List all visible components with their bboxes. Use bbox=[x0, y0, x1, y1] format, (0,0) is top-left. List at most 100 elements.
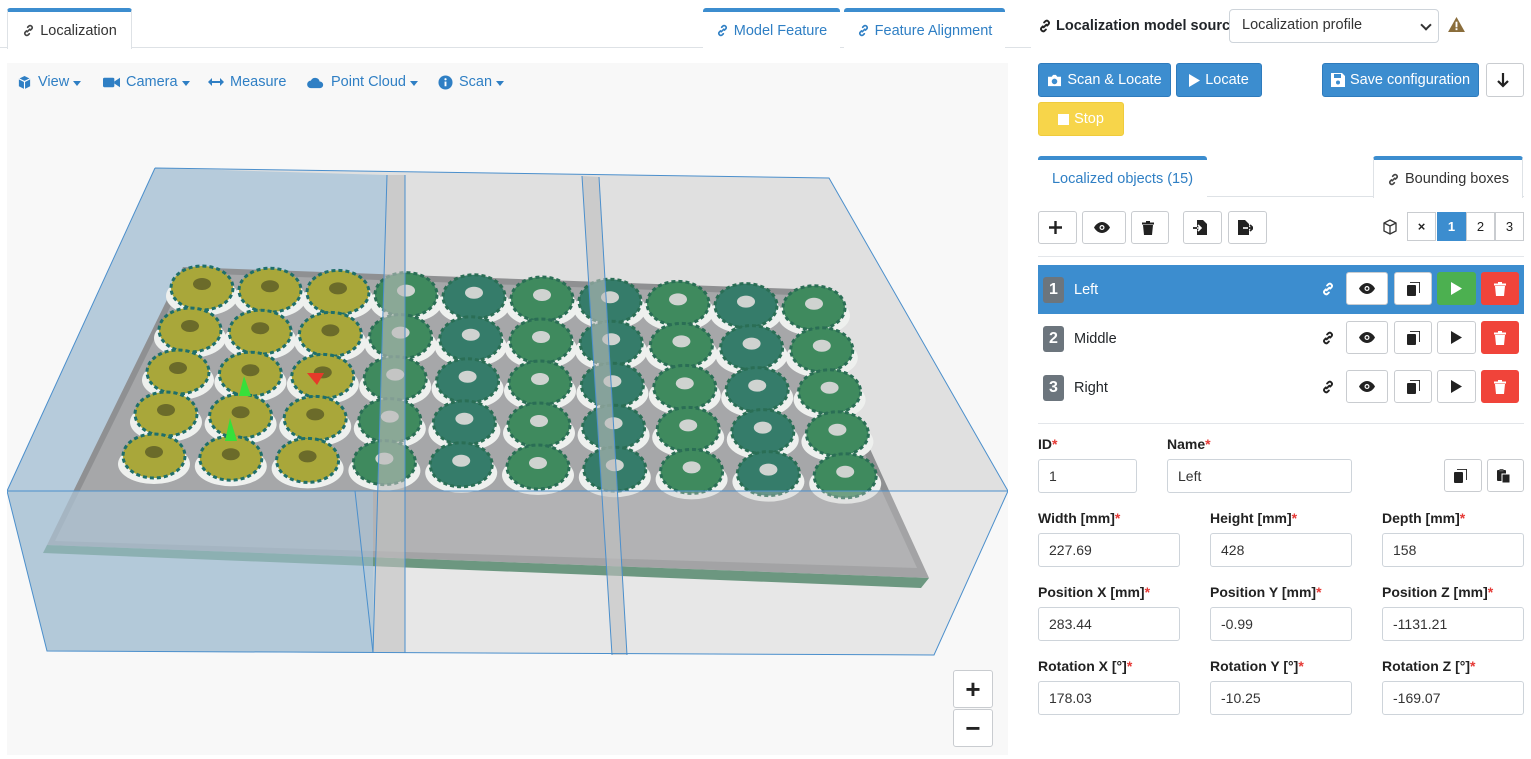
tab-label: Model Feature bbox=[733, 22, 828, 39]
run-box-icon bbox=[1451, 282, 1462, 295]
play-icon bbox=[1189, 73, 1201, 87]
page-clear-button[interactable]: × bbox=[1407, 212, 1436, 241]
camera-icon bbox=[1048, 74, 1062, 86]
bounding-box-name: Middle bbox=[1074, 330, 1117, 347]
show-box-button[interactable] bbox=[1346, 272, 1388, 305]
stop-label: Stop bbox=[1074, 111, 1104, 127]
arrows-horizontal-icon bbox=[208, 78, 224, 86]
link-button[interactable] bbox=[1316, 370, 1340, 403]
top-tabs: Localization Model Feature Feature Align… bbox=[0, 0, 1031, 49]
rotation-z-field[interactable]: -169.07 bbox=[1382, 681, 1524, 715]
visibility-button[interactable] bbox=[1082, 211, 1126, 244]
duplicate-box-button[interactable] bbox=[1394, 272, 1432, 305]
bounding-box-id: 1 bbox=[1043, 276, 1064, 303]
measure-tool[interactable]: Measure bbox=[208, 74, 286, 90]
scan-menu[interactable]: Scan bbox=[438, 74, 505, 90]
rotation-x-label: Rotation X [°]* bbox=[1038, 658, 1133, 674]
caret-down-icon bbox=[409, 80, 418, 86]
id-field[interactable]: 1 bbox=[1038, 459, 1137, 493]
measure-label: Measure bbox=[230, 74, 287, 90]
video-camera-icon bbox=[103, 77, 120, 87]
point-cloud-menu[interactable]: Point Cloud bbox=[306, 74, 418, 90]
locate-button[interactable]: Locate bbox=[1176, 63, 1262, 97]
width-field[interactable]: 227.69 bbox=[1038, 533, 1180, 567]
duplicate-box-button[interactable] bbox=[1394, 370, 1432, 403]
copy-button[interactable] bbox=[1444, 459, 1482, 492]
delete-button[interactable] bbox=[1131, 211, 1169, 244]
point-cloud-label: Point Cloud bbox=[331, 74, 406, 90]
eye-icon bbox=[1093, 222, 1110, 233]
position-x-field[interactable]: 283.44 bbox=[1038, 607, 1180, 641]
cube-outline-icon bbox=[1383, 219, 1397, 235]
tab-feature-alignment[interactable]: Feature Alignment bbox=[844, 8, 1005, 49]
page-3-button[interactable]: 3 bbox=[1495, 212, 1524, 241]
view-menu[interactable]: View bbox=[17, 74, 82, 90]
trash-icon bbox=[1141, 220, 1154, 235]
zoom-in-button[interactable]: + bbox=[953, 670, 993, 708]
rotation-x-field[interactable]: 178.03 bbox=[1038, 681, 1180, 715]
delete-box-icon bbox=[1494, 281, 1506, 296]
model-source-select[interactable]: Localization profile bbox=[1229, 9, 1439, 43]
divider bbox=[1038, 423, 1524, 424]
link-icon bbox=[1323, 380, 1333, 393]
bounding-box-name: Left bbox=[1074, 281, 1099, 298]
run-box-button[interactable] bbox=[1437, 370, 1476, 403]
bounding-box-name: Right bbox=[1074, 379, 1108, 396]
download-button[interactable] bbox=[1486, 63, 1524, 97]
camera-label: Camera bbox=[126, 74, 178, 90]
export-button[interactable] bbox=[1228, 211, 1267, 244]
delete-box-button[interactable] bbox=[1481, 321, 1519, 354]
width-label: Width [mm]* bbox=[1038, 510, 1121, 526]
tab-label: Bounding boxes bbox=[1405, 171, 1509, 187]
link-button[interactable] bbox=[1316, 321, 1340, 354]
id-label: ID* bbox=[1038, 436, 1058, 452]
link-icon bbox=[1389, 173, 1398, 185]
page-1-button[interactable]: 1 bbox=[1437, 212, 1466, 241]
scan-locate-button[interactable]: Scan & Locate bbox=[1038, 63, 1171, 97]
tab-bounding-boxes[interactable]: Bounding boxes bbox=[1373, 156, 1523, 198]
3d-viewer[interactable] bbox=[6, 63, 1009, 755]
divider bbox=[1038, 256, 1524, 257]
show-box-icon bbox=[1359, 381, 1375, 392]
position-y-label: Position Y [mm]* bbox=[1210, 584, 1322, 600]
save-configuration-label: Save configuration bbox=[1349, 72, 1471, 88]
link-icon bbox=[24, 24, 34, 37]
duplicate-box-icon bbox=[1406, 281, 1420, 296]
stop-button[interactable]: Stop bbox=[1038, 102, 1124, 136]
add-button[interactable] bbox=[1038, 211, 1077, 244]
duplicate-box-button[interactable] bbox=[1394, 321, 1432, 354]
position-y-field[interactable]: -0.99 bbox=[1210, 607, 1352, 641]
tab-localization[interactable]: Localization bbox=[7, 8, 132, 49]
plus-icon bbox=[1048, 221, 1062, 234]
caret-down-icon bbox=[73, 80, 82, 86]
delete-box-button[interactable] bbox=[1481, 370, 1519, 403]
position-z-label: Position Z [mm]* bbox=[1382, 584, 1494, 600]
tab-model-feature[interactable]: Model Feature bbox=[703, 8, 840, 49]
link-button[interactable] bbox=[1316, 272, 1340, 305]
run-box-button[interactable] bbox=[1437, 321, 1476, 354]
paste-button[interactable] bbox=[1487, 459, 1524, 492]
tab-localized-objects[interactable]: Localized objects (15) bbox=[1038, 156, 1207, 197]
scan-label: Scan bbox=[459, 74, 493, 90]
delete-box-button[interactable] bbox=[1481, 272, 1519, 305]
run-box-button[interactable] bbox=[1437, 272, 1476, 305]
import-button[interactable] bbox=[1183, 211, 1222, 244]
height-field[interactable]: 428 bbox=[1210, 533, 1352, 567]
show-box-button[interactable] bbox=[1346, 370, 1388, 403]
model-source-text: Localization model source bbox=[1056, 18, 1239, 34]
show-box-button[interactable] bbox=[1346, 321, 1388, 354]
save-configuration-button[interactable]: Save configuration bbox=[1322, 63, 1479, 97]
depth-field[interactable]: 158 bbox=[1382, 533, 1524, 567]
zoom-out-button[interactable]: − bbox=[953, 709, 993, 747]
paste-icon bbox=[1496, 468, 1510, 483]
height-label: Height [mm]* bbox=[1210, 510, 1298, 526]
point-cloud-scene[interactable] bbox=[6, 63, 1009, 755]
position-z-field[interactable]: -1131.21 bbox=[1382, 607, 1524, 641]
rotation-y-field[interactable]: -10.25 bbox=[1210, 681, 1352, 715]
camera-menu[interactable]: Camera bbox=[103, 74, 190, 90]
tab-label: Localization bbox=[40, 22, 117, 39]
model-source-value: Localization profile bbox=[1242, 17, 1363, 33]
name-field[interactable]: Left bbox=[1167, 459, 1352, 493]
model-source-label: Localization model source bbox=[1038, 18, 1238, 34]
page-2-button[interactable]: 2 bbox=[1466, 212, 1495, 241]
